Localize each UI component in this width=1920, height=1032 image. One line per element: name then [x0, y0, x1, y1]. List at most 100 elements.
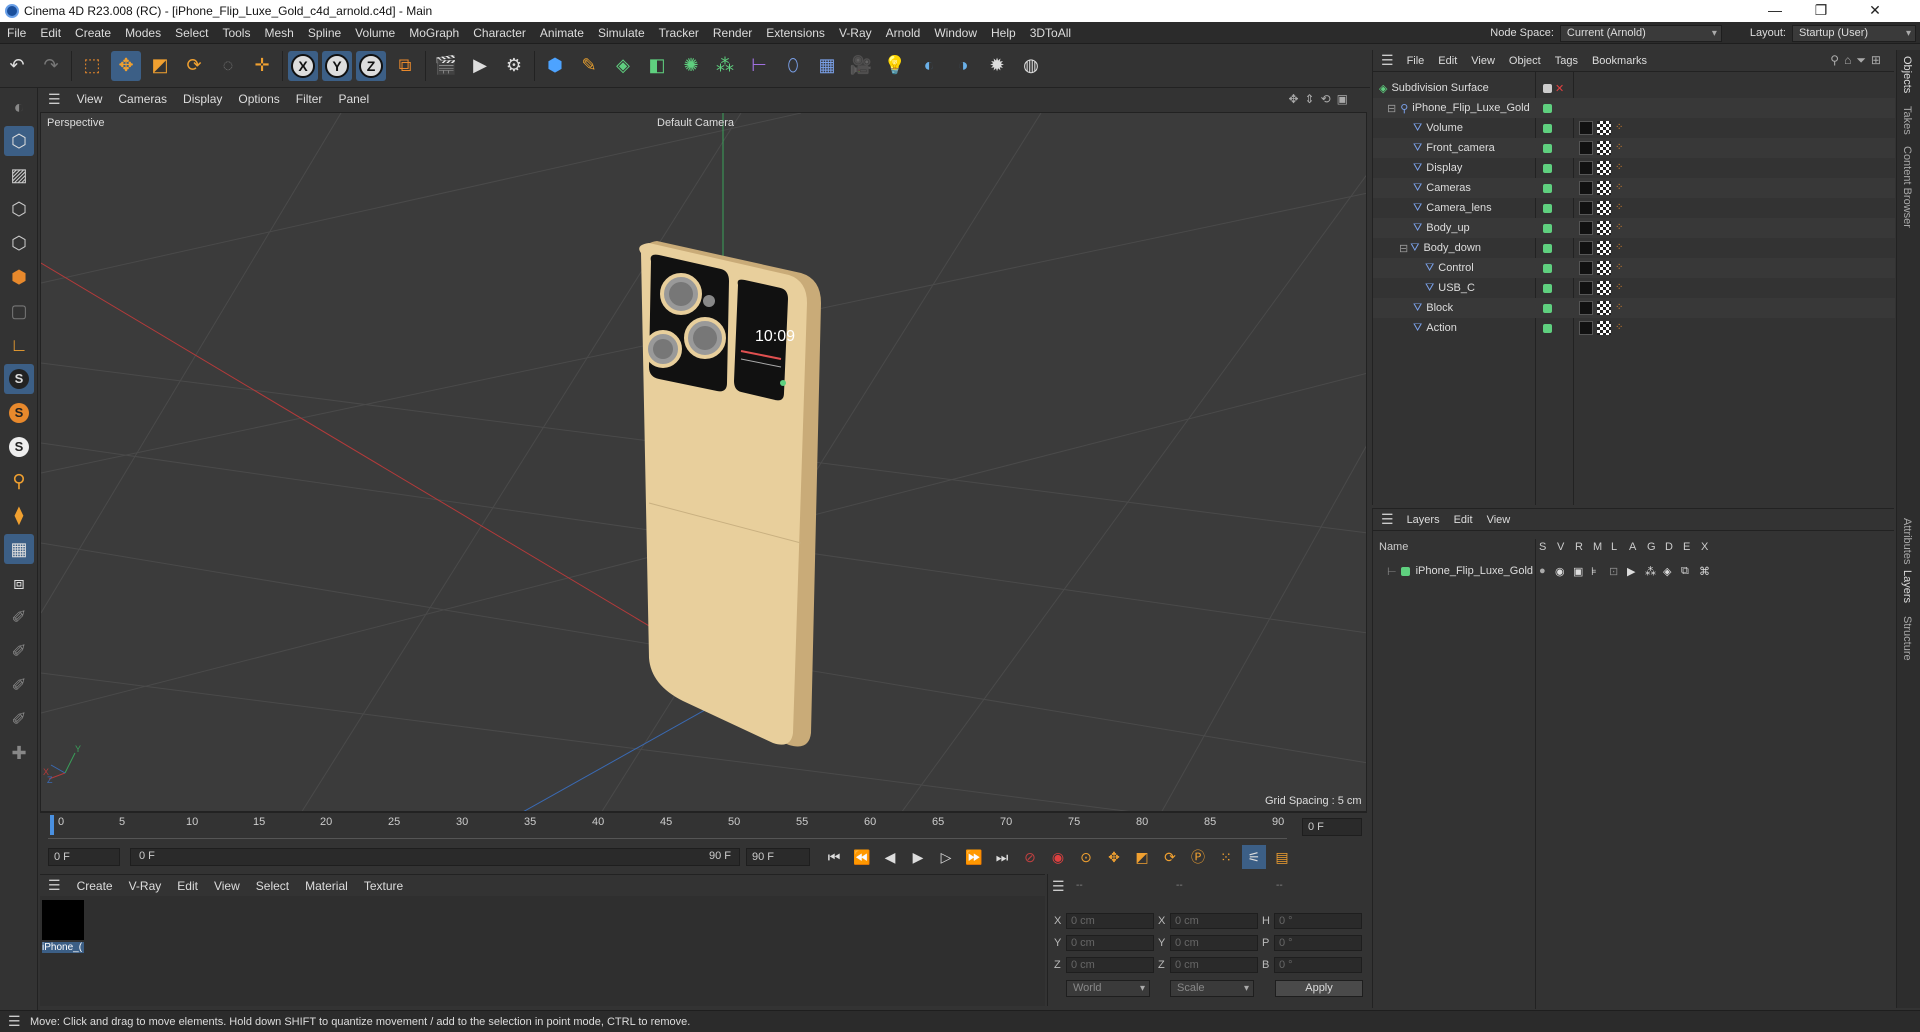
- tab-layers[interactable]: Layers: [1901, 570, 1913, 603]
- floor-icon[interactable]: ▦: [812, 51, 842, 81]
- menu-modes[interactable]: Modes: [118, 26, 168, 40]
- subdivision-surface-icon[interactable]: ◈: [608, 51, 638, 81]
- texture-mode-icon[interactable]: ▨: [4, 160, 34, 190]
- material-menu-material[interactable]: Material: [297, 879, 356, 893]
- material-menu-texture[interactable]: Texture: [356, 879, 411, 893]
- size-z-field[interactable]: 0 cm: [1170, 957, 1258, 973]
- move-tool-icon[interactable]: ✥: [111, 50, 141, 81]
- solo-toggle-icon[interactable]: ●: [1539, 565, 1546, 577]
- render-toggle-icon[interactable]: ▣: [1573, 565, 1583, 578]
- object-row[interactable]: ⊟ ⛛ Body_down ⁘: [1373, 238, 1895, 258]
- locked-workplane-icon[interactable]: ⧈: [4, 568, 34, 598]
- size-mode-dropdown[interactable]: Scale: [1170, 980, 1254, 997]
- polygons-mode-icon[interactable]: ⬢: [4, 262, 34, 292]
- xref-icon[interactable]: ⌘: [1699, 565, 1710, 578]
- render-region-icon[interactable]: 🎬: [431, 51, 461, 81]
- layer-row[interactable]: ⊢ iPhone_Flip_Luxe_Gold ● ◉ ▣ ⊧ ⊡ ▶ ⁂ ◈ …: [1373, 561, 1895, 581]
- status-hamburger-icon[interactable]: ☰: [8, 1013, 21, 1030]
- selection-tag-icon[interactable]: ⁘: [1615, 242, 1623, 254]
- texture-tag-icon[interactable]: [1597, 181, 1611, 195]
- material-menu-vray[interactable]: V-Ray: [121, 879, 170, 893]
- object-row[interactable]: ⛛ Block ⁘: [1373, 298, 1895, 318]
- texture-tag-icon[interactable]: [1597, 281, 1611, 295]
- material-tag-icon[interactable]: [1579, 281, 1593, 295]
- apply-button[interactable]: Apply: [1275, 980, 1363, 997]
- go-to-end-icon[interactable]: ⏭: [990, 845, 1014, 869]
- texture-tag-icon[interactable]: [1597, 221, 1611, 235]
- menu-mograph[interactable]: MoGraph: [402, 26, 466, 40]
- object-row[interactable]: ⛛ Display ⁘: [1373, 158, 1895, 178]
- tab-content-browser[interactable]: Content Browser: [1901, 146, 1913, 228]
- material-tag-icon[interactable]: [1579, 161, 1593, 175]
- material-menu-select[interactable]: Select: [248, 879, 297, 893]
- start-frame-field[interactable]: 0 F: [48, 848, 120, 866]
- bend-deformer-icon[interactable]: ⊢: [744, 51, 774, 81]
- object-row[interactable]: ⛛ Body_up ⁘: [1373, 218, 1895, 238]
- selection-tag-icon[interactable]: ⁘: [1615, 222, 1623, 234]
- timeline-playhead[interactable]: [50, 815, 54, 835]
- texture-tag-icon[interactable]: [1597, 121, 1611, 135]
- object-menu-bookmarks[interactable]: Bookmarks: [1585, 55, 1654, 67]
- close-button[interactable]: ✕: [1852, 0, 1898, 22]
- menu-render[interactable]: Render: [706, 26, 759, 40]
- coordinate-move-icon[interactable]: ✛: [247, 51, 277, 81]
- material-tag-icon[interactable]: [1579, 181, 1593, 195]
- grid-icon[interactable]: ▦: [4, 534, 34, 564]
- make-editable-icon[interactable]: ◐: [4, 92, 34, 122]
- position-x-field[interactable]: 0 cm: [1066, 913, 1154, 929]
- extrude-icon[interactable]: ◧: [642, 51, 672, 81]
- selection-tag-icon[interactable]: ⁘: [1615, 122, 1623, 134]
- weight-icon[interactable]: ✐: [4, 704, 34, 734]
- object-search-icons[interactable]: ⚲⌂⏷⊞: [1830, 53, 1886, 68]
- menu-spline[interactable]: Spline: [301, 26, 348, 40]
- animation-play-icon[interactable]: ▶: [1627, 565, 1635, 578]
- object-row[interactable]: ⛛ Cameras ⁘: [1373, 178, 1895, 198]
- tab-attributes[interactable]: Attributes: [1901, 518, 1913, 564]
- rotation-key-icon[interactable]: ⟳: [1158, 845, 1182, 869]
- autokey-icon[interactable]: ◉: [1046, 845, 1070, 869]
- tab-structure[interactable]: Structure: [1901, 616, 1913, 661]
- y-axis-lock-button[interactable]: Y: [322, 50, 352, 81]
- previous-key-icon[interactable]: ⏪: [850, 845, 874, 869]
- menu-volume[interactable]: Volume: [348, 26, 402, 40]
- menu-simulate[interactable]: Simulate: [591, 26, 652, 40]
- tab-takes[interactable]: Takes: [1901, 106, 1913, 135]
- redo-icon[interactable]: ↷: [36, 51, 66, 81]
- texture-tag-icon[interactable]: [1597, 261, 1611, 275]
- points-mode-icon[interactable]: ⬡: [4, 194, 34, 224]
- object-row[interactable]: ⛛ Volume ⁘: [1373, 118, 1895, 138]
- viewport-menu-display[interactable]: Display: [175, 92, 230, 106]
- menu-tracker[interactable]: Tracker: [652, 26, 706, 40]
- layer-color-dot[interactable]: [1543, 263, 1552, 273]
- menu-animate[interactable]: Animate: [533, 26, 591, 40]
- viewport-menu-options[interactable]: Options: [230, 92, 287, 106]
- light-icon[interactable]: 💡: [880, 51, 910, 81]
- parameter-key-icon[interactable]: Ⓟ: [1186, 845, 1210, 869]
- field-icon[interactable]: ⬯: [778, 51, 808, 81]
- previous-frame-icon[interactable]: ◀: [878, 845, 902, 869]
- generator-icon[interactable]: ⁂: [1645, 565, 1656, 578]
- material-tag-icon[interactable]: [1579, 321, 1593, 335]
- current-frame-field[interactable]: 0 F: [1302, 818, 1362, 836]
- material-tag-icon[interactable]: [1579, 121, 1593, 135]
- scale-tool-icon[interactable]: ◩: [145, 51, 175, 81]
- collapse-icon[interactable]: ⊟: [1387, 102, 1396, 115]
- camera-icon[interactable]: 🎥: [846, 51, 876, 81]
- material-tag-icon[interactable]: [1579, 221, 1593, 235]
- next-key-icon[interactable]: ⏩: [962, 845, 986, 869]
- timeline-ruler[interactable]: 0 5 10 15 20 25 30 35 40 45 50 55 60 65 …: [40, 812, 1367, 842]
- material-tag-icon[interactable]: [1579, 301, 1593, 315]
- menu-mesh[interactable]: Mesh: [257, 26, 300, 40]
- pla-key-icon[interactable]: ⁙: [1214, 845, 1238, 869]
- settings-gear-icon[interactable]: ✹: [982, 51, 1012, 81]
- position-z-field[interactable]: 0 cm: [1066, 957, 1154, 973]
- object-menu-view[interactable]: View: [1464, 55, 1502, 67]
- motion-icon[interactable]: ⚟: [1242, 845, 1266, 869]
- menu-select[interactable]: Select: [168, 26, 215, 40]
- render-view-icon[interactable]: ▶: [465, 51, 495, 81]
- layout-dropdown[interactable]: Startup (User): [1792, 24, 1916, 42]
- texture-tag-icon[interactable]: [1597, 241, 1611, 255]
- coordinates-hamburger-icon[interactable]: ☰: [1052, 878, 1065, 895]
- menu-arnold[interactable]: Arnold: [879, 26, 928, 40]
- object-row[interactable]: ⛛ Camera_lens ⁘: [1373, 198, 1895, 218]
